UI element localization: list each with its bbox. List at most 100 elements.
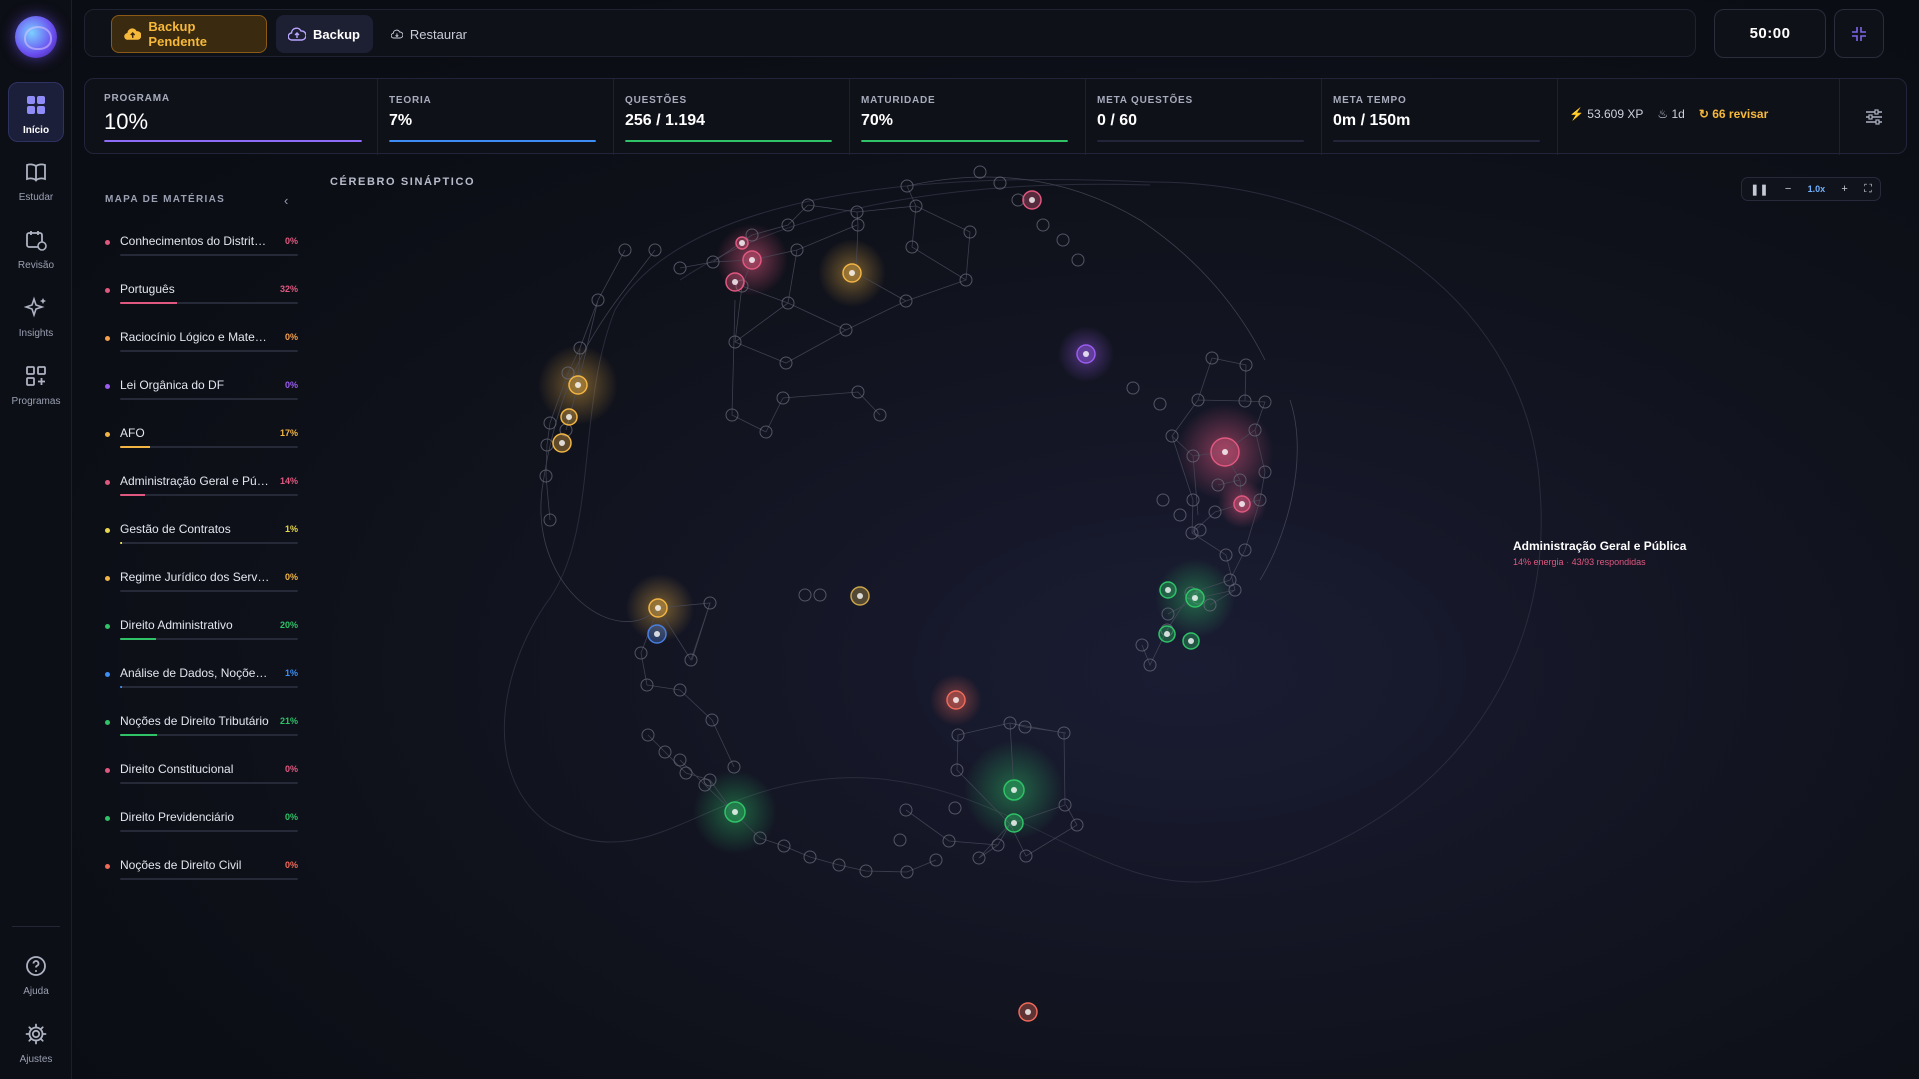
cloud-upload-icon (288, 27, 306, 41)
nav-programas[interactable]: Programas (8, 354, 64, 414)
backup-button[interactable]: Backup (276, 15, 373, 53)
subject-progress-fill (120, 734, 158, 736)
subject-name: Noções de Direito Civil (120, 858, 242, 872)
node-core (1011, 820, 1017, 826)
subject-progress-bar (120, 446, 298, 448)
subject-node[interactable] (1076, 344, 1096, 364)
subject-node[interactable] (1022, 190, 1042, 210)
stat-value: 10% (104, 109, 149, 134)
subject-node[interactable] (647, 624, 667, 644)
stat-value: 0m / 150m (1333, 112, 1411, 129)
nav-label: Início (22, 125, 50, 136)
subject-item[interactable]: Direito Administrativo 20% (100, 612, 298, 650)
subject-node[interactable] (1182, 632, 1200, 650)
review-link[interactable]: ↻ 66 revisar (1699, 107, 1768, 121)
synapse-node (1156, 493, 1170, 507)
tooltip-energy: 14% energia (1513, 557, 1564, 567)
timer-display[interactable]: 50:00 (1714, 9, 1826, 58)
synapse-edges (540, 176, 1298, 873)
brain-logo[interactable] (15, 16, 57, 58)
subject-node[interactable] (1210, 437, 1240, 467)
subject-node[interactable] (560, 408, 578, 426)
subject-item[interactable]: Direito Previdenciário 0% (100, 804, 298, 842)
subject-node[interactable] (1158, 625, 1176, 643)
subject-item[interactable]: Noções de Direito Tributário 21% (100, 708, 298, 746)
nav-label: Estudar (18, 192, 54, 203)
minimize-icon (1852, 26, 1866, 41)
subject-node[interactable] (552, 433, 572, 453)
nav-inicio[interactable]: Início (8, 82, 64, 142)
stat-progress-bar (389, 140, 596, 142)
nav-insights[interactable]: Insights (8, 286, 64, 346)
subject-node[interactable] (850, 586, 870, 606)
subject-item[interactable]: Raciocínio Lógico e Matemático0% (100, 324, 298, 362)
stat-label: META TEMPO (1333, 95, 1407, 106)
fit-screen-icon[interactable]: ⛶ (1864, 183, 1872, 196)
bolt-icon: ⚡ (1569, 107, 1584, 121)
streak-value: 1d (1671, 107, 1685, 121)
node-core (1029, 197, 1035, 203)
stats-settings-button[interactable] (1839, 79, 1907, 155)
subject-node[interactable] (1159, 581, 1177, 599)
subject-item[interactable]: Noções de Direito Civil 0% (100, 852, 298, 890)
stat-progress-bar (104, 140, 362, 142)
pause-icon[interactable]: ❚❚ (1750, 183, 1768, 196)
subject-node[interactable] (742, 250, 762, 270)
nav-estudar[interactable]: Estudar (8, 150, 64, 210)
synapse-node (973, 165, 987, 179)
subject-node[interactable] (725, 272, 745, 292)
restore-button[interactable]: Restaurar (379, 15, 479, 53)
subject-item[interactable]: Conhecimentos do Distrito Federal0% (100, 228, 298, 266)
cloud-upload-icon (124, 28, 142, 40)
stat-progress-bar (1097, 140, 1304, 142)
subject-progress-bar (120, 254, 298, 256)
subject-item[interactable]: Português 32% (100, 276, 298, 314)
refresh-icon: ↻ (1698, 107, 1709, 121)
backup-pending-button[interactable]: Backup Pendente (111, 15, 267, 53)
subject-color-dot (105, 624, 110, 629)
stat-progress-bar (1333, 140, 1540, 142)
nav-ajuda[interactable]: Ajuda (8, 944, 64, 1004)
node-core (732, 809, 738, 815)
nav-label: Ajustes (19, 1054, 53, 1065)
graph-controls: ❚❚ − 1.0x + ⛶ (1741, 177, 1881, 201)
subject-node[interactable] (568, 375, 588, 395)
nav-label: Insights (18, 328, 54, 339)
subject-node[interactable] (1185, 588, 1205, 608)
stat-progress-fill (104, 140, 362, 142)
subject-node[interactable] (1018, 1002, 1038, 1022)
subject-node[interactable] (648, 598, 668, 618)
subject-item[interactable]: AFO 17% (100, 420, 298, 458)
subject-item[interactable]: Análise de Dados, Noções de TI1% (100, 660, 298, 698)
node-core (654, 631, 660, 637)
subject-item[interactable]: Lei Orgânica do DF 0% (100, 372, 298, 410)
subject-node[interactable] (1004, 813, 1024, 833)
stat-progress-fill (625, 140, 832, 142)
subject-item[interactable]: Direito Constitucional 0% (100, 756, 298, 794)
synaptic-brain-graph[interactable] (280, 160, 1680, 1060)
nav-label: Programas (11, 396, 61, 407)
subject-node[interactable] (842, 263, 862, 283)
subject-item[interactable]: Administração Geral e Pública 14% (100, 468, 298, 506)
edge (640, 602, 937, 873)
node-core (1164, 631, 1170, 637)
subject-node[interactable] (724, 801, 746, 823)
subject-item[interactable]: Gestão de Contratos 1% (100, 516, 298, 554)
nav-ajustes[interactable]: Ajustes (8, 1012, 64, 1072)
zoom-in-icon[interactable]: + (1841, 183, 1847, 195)
subject-progress-fill (120, 302, 177, 304)
nav-revisao[interactable]: Revisão (8, 218, 64, 278)
subject-item[interactable]: Regime Jurídico dos Servidores0% (100, 564, 298, 602)
subject-node[interactable] (946, 690, 966, 710)
zoom-out-icon[interactable]: − (1785, 183, 1791, 195)
subject-node[interactable] (735, 236, 749, 250)
subject-node[interactable] (1003, 779, 1025, 801)
subject-progress-fill (120, 686, 122, 688)
subject-node[interactable] (1233, 495, 1251, 513)
tooltip-title: Administração Geral e Pública (1513, 539, 1687, 553)
collapse-button[interactable] (1834, 9, 1884, 58)
synapse-node (1036, 218, 1050, 232)
left-nav: Início Estudar Revisão Insights Programa… (0, 0, 72, 1079)
subject-progress-bar (120, 686, 298, 688)
node-core (953, 697, 959, 703)
